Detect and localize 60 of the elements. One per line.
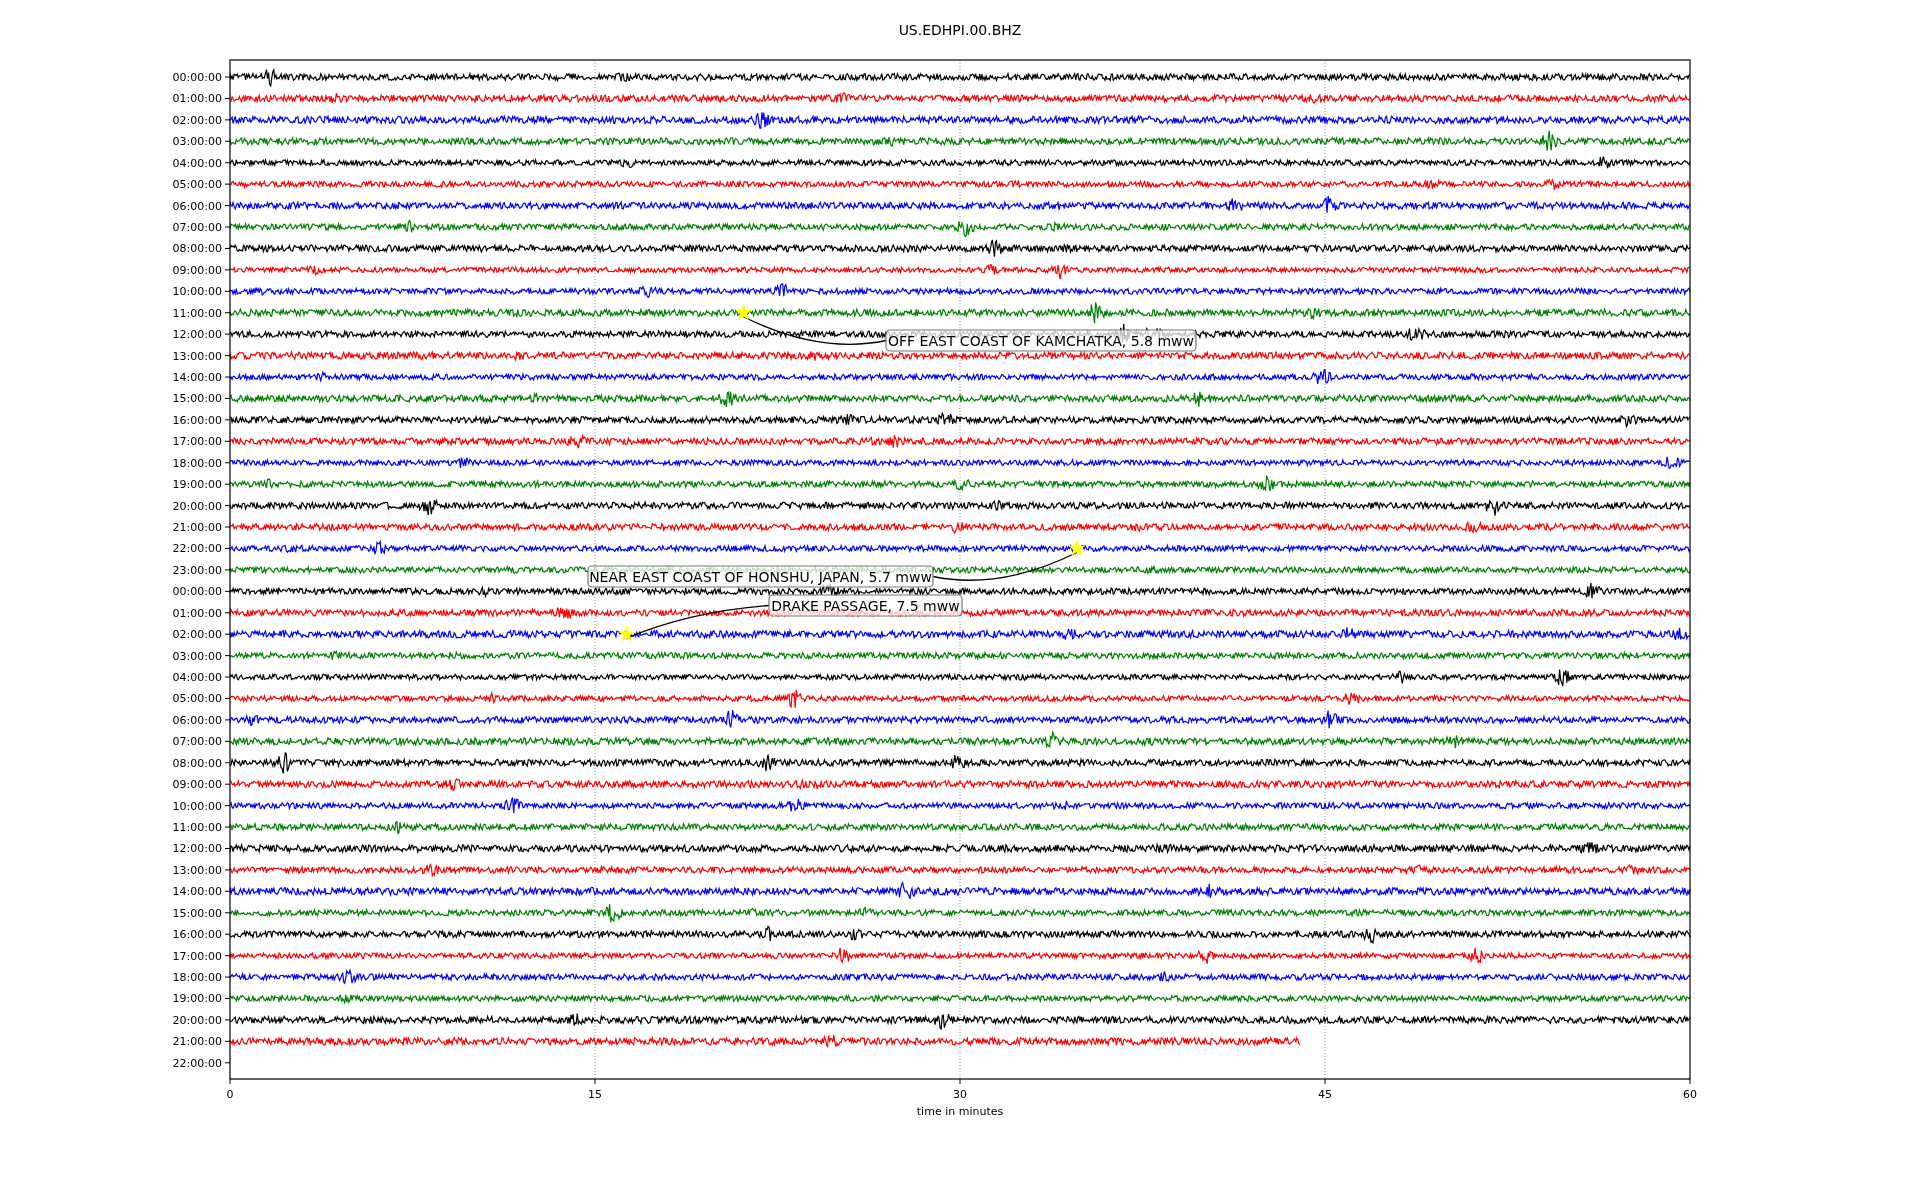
y-tick-label: 19:00:00 xyxy=(172,992,222,1006)
y-tick-label: 05:00:00 xyxy=(172,692,222,706)
y-tick-label: 18:00:00 xyxy=(172,971,222,985)
y-tick-label: 09:00:00 xyxy=(172,263,222,277)
y-tick-label: 15:00:00 xyxy=(172,392,222,406)
y-tick-label: 16:00:00 xyxy=(172,413,222,427)
y-tick-label: 20:00:00 xyxy=(172,1013,222,1027)
y-tick-label: 17:00:00 xyxy=(172,435,222,449)
x-tick-label: 45 xyxy=(1318,1088,1332,1101)
y-tick-label: 18:00:00 xyxy=(172,456,222,470)
event-annotation: OFF EAST COAST OF KAMCHATKA, 5.8 mww xyxy=(885,329,1197,352)
y-tick-label: 12:00:00 xyxy=(172,842,222,856)
event-annotation: NEAR EAST COAST OF HONSHU, JAPAN, 5.7 mww xyxy=(587,565,934,588)
y-tick-label: 04:00:00 xyxy=(172,671,222,685)
x-tick-label: 60 xyxy=(1683,1088,1697,1101)
y-tick-label: 03:00:00 xyxy=(172,649,222,663)
y-tick-label: 10:00:00 xyxy=(172,799,222,813)
x-axis-label: time in minutes xyxy=(916,1105,1004,1118)
y-tick-label: 22:00:00 xyxy=(172,1056,222,1070)
y-tick-label: 02:00:00 xyxy=(172,628,222,642)
plot-title: US.EDHPI.00.BHZ xyxy=(898,22,1022,38)
y-tick-label: 14:00:00 xyxy=(172,371,222,384)
y-tick-label: 02:00:00 xyxy=(172,113,222,127)
y-tick-label: 11:00:00 xyxy=(172,306,222,320)
y-tick-label: 03:00:00 xyxy=(172,135,222,149)
x-tick-label: 0 xyxy=(226,1088,234,1101)
y-tick-label: 13:00:00 xyxy=(172,349,222,363)
y-tick-label: 07:00:00 xyxy=(172,735,222,749)
y-tick-label: 06:00:00 xyxy=(172,713,222,727)
y-tick-label: 22:00:00 xyxy=(172,542,222,556)
y-tick-label: 01:00:00 xyxy=(172,92,222,106)
y-tick-label: 09:00:00 xyxy=(172,778,222,792)
x-tick-label: 15 xyxy=(588,1088,602,1101)
y-tick-label: 12:00:00 xyxy=(172,328,222,342)
y-tick-label: 05:00:00 xyxy=(172,178,222,192)
y-tick-label: 01:00:00 xyxy=(172,606,222,620)
y-tick-label: 07:00:00 xyxy=(172,221,222,234)
y-tick-label: 21:00:00 xyxy=(172,1035,222,1049)
star-icon xyxy=(1068,539,1086,556)
y-tick-label: 15:00:00 xyxy=(172,906,222,920)
y-tick-label: 08:00:00 xyxy=(172,756,222,770)
event-annotation: DRAKE PASSAGE, 7.5 mww xyxy=(768,594,963,617)
y-tick-label: 20:00:00 xyxy=(172,499,222,513)
star-icon xyxy=(618,625,636,642)
y-tick-label: 19:00:00 xyxy=(172,478,222,492)
y-tick-label: 10:00:00 xyxy=(172,285,222,299)
y-tick-label: 06:00:00 xyxy=(172,199,222,213)
y-tick-label: 21:00:00 xyxy=(172,521,222,535)
y-tick-label: 00:00:00 xyxy=(172,71,222,84)
y-tick-label: 14:00:00 xyxy=(172,885,222,899)
y-tick-label: 16:00:00 xyxy=(172,928,222,942)
x-tick-label: 30 xyxy=(953,1088,967,1101)
y-tick-label: 11:00:00 xyxy=(172,821,222,835)
y-tick-label: 13:00:00 xyxy=(172,863,222,877)
star-icon xyxy=(734,303,752,320)
y-tick-label: 00:00:00 xyxy=(172,585,222,599)
y-tick-label: 23:00:00 xyxy=(172,563,222,577)
y-tick-label: 08:00:00 xyxy=(172,242,222,256)
y-tick-label: 04:00:00 xyxy=(172,156,222,170)
y-tick-label: 17:00:00 xyxy=(172,949,222,963)
